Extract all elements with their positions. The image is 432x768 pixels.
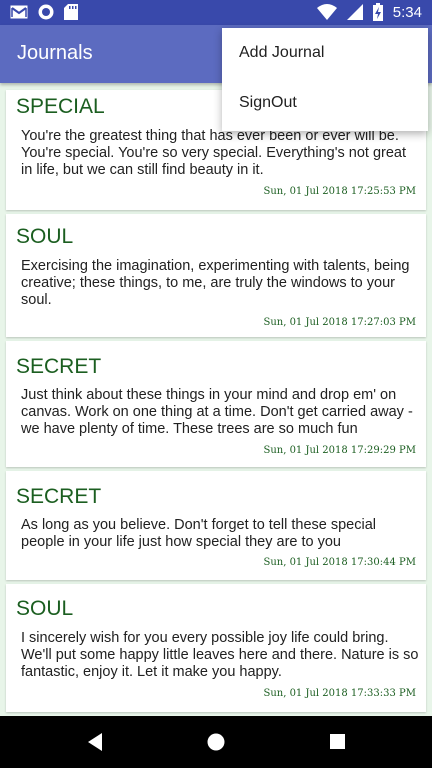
journal-body: You're the greatest thing that has ever … [21, 128, 406, 178]
journal-title: SOUL [16, 597, 74, 620]
sd-card-icon [64, 4, 78, 20]
journal-timestamp: Sun, 01 Jul 2018 17:25:53 PM [263, 186, 416, 197]
journal-timestamp: Sun, 01 Jul 2018 17:27:03 PM [263, 317, 416, 328]
wifi-icon [316, 4, 337, 20]
back-icon[interactable] [86, 732, 104, 752]
gmail-icon [10, 5, 28, 19]
journal-title: SECRET [16, 485, 102, 508]
navigation-bar [0, 716, 432, 768]
page-title: Journals [17, 42, 93, 64]
journal-card[interactable]: SOUL Exercising the imagination, experim… [6, 214, 426, 337]
journal-card[interactable]: SECRET As long as you believe. Don't for… [6, 471, 426, 580]
overflow-menu: Add Journal SignOut [222, 28, 428, 131]
journal-title: SPECIAL [16, 95, 105, 118]
battery-icon [372, 3, 383, 21]
journal-title: SECRET [16, 355, 102, 378]
menu-item-add-journal[interactable]: Add Journal [222, 29, 428, 79]
journal-card[interactable]: SOUL I sincerely wish for you every poss… [6, 584, 426, 712]
menu-item-label: SignOut [239, 94, 297, 111]
journal-body: Exercising the imagination, experimentin… [21, 258, 410, 308]
status-bar-system: 5:34 [316, 3, 422, 21]
journal-timestamp: Sun, 01 Jul 2018 17:29:29 PM [263, 445, 416, 456]
home-icon[interactable] [206, 732, 226, 752]
journal-body: Just think about these things in your mi… [21, 387, 413, 437]
signal-icon [346, 4, 363, 20]
menu-item-signout[interactable]: SignOut [222, 79, 428, 129]
recents-icon[interactable] [329, 732, 346, 752]
journal-timestamp: Sun, 01 Jul 2018 17:30:44 PM [263, 557, 416, 568]
menu-item-label: Add Journal [239, 44, 325, 61]
status-bar: 5:34 [0, 0, 432, 25]
journal-title: SOUL [16, 225, 74, 248]
journal-timestamp: Sun, 01 Jul 2018 17:33:33 PM [263, 688, 416, 699]
journal-card[interactable]: SECRET Just think about these things in … [6, 341, 426, 467]
journal-body: As long as you believe. Don't forget to … [21, 517, 377, 550]
circle-app-icon [38, 4, 54, 20]
status-bar-notifications [10, 4, 78, 20]
journal-body: I sincerely wish for you every possible … [21, 630, 419, 680]
status-time: 5:34 [392, 3, 422, 21]
